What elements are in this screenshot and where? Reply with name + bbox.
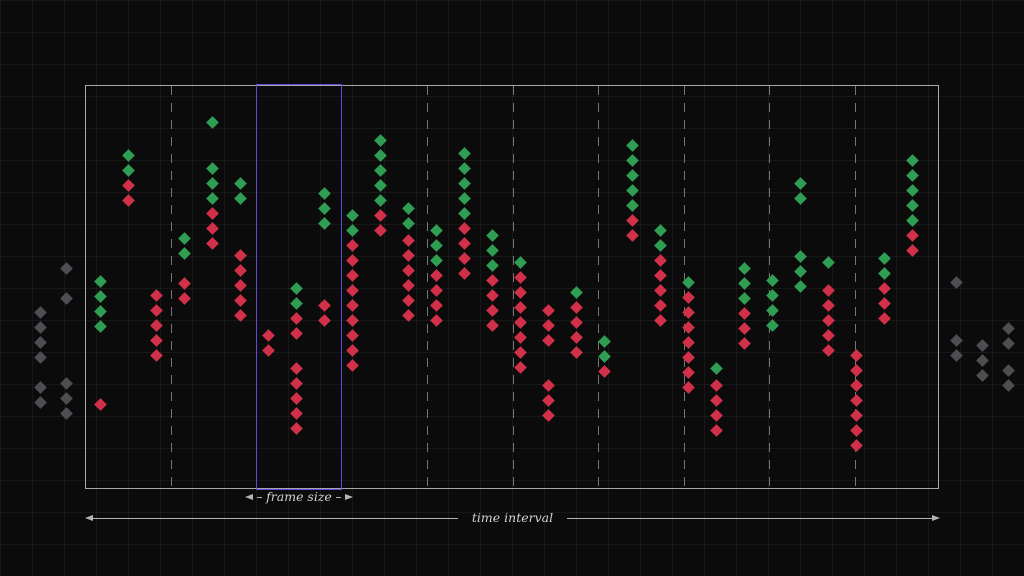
data-point [60, 262, 73, 275]
data-point [950, 334, 963, 347]
arrow-left-icon [85, 515, 93, 521]
arrow-shaft-right [336, 497, 341, 498]
data-point [60, 292, 73, 305]
data-point [60, 392, 73, 405]
arrow-left-icon [245, 494, 253, 500]
frame-size-label: frame size [266, 491, 332, 504]
frame-size-annotation: frame size [245, 489, 353, 505]
scene: frame size time interval [0, 0, 1024, 576]
section-divider-dashed-line [171, 86, 172, 488]
data-point [1002, 337, 1015, 350]
data-point [34, 351, 47, 364]
data-point [976, 369, 989, 382]
section-divider-dashed-line [598, 86, 599, 488]
data-point [950, 349, 963, 362]
data-point [976, 339, 989, 352]
arrow-shaft-left [257, 497, 262, 498]
data-point [1002, 322, 1015, 335]
data-point [950, 276, 963, 289]
data-point [34, 321, 47, 334]
data-point [34, 336, 47, 349]
section-divider-dashed-line [513, 86, 514, 488]
time-interval-annotation: time interval [85, 510, 940, 526]
section-divider-dashed-line [769, 86, 770, 488]
data-point [60, 407, 73, 420]
data-point [1002, 379, 1015, 392]
data-point [34, 381, 47, 394]
data-point [60, 377, 73, 390]
arrow-shaft-right [567, 518, 932, 519]
section-divider-dashed-line [684, 86, 685, 488]
arrow-shaft-left [93, 518, 458, 519]
section-divider-dashed-line [427, 86, 428, 488]
arrow-right-icon [932, 515, 940, 521]
arrow-right-icon [345, 494, 353, 500]
time-interval-label: time interval [472, 512, 553, 525]
data-point [976, 354, 989, 367]
data-point [1002, 364, 1015, 377]
data-point [34, 396, 47, 409]
data-point [34, 306, 47, 319]
